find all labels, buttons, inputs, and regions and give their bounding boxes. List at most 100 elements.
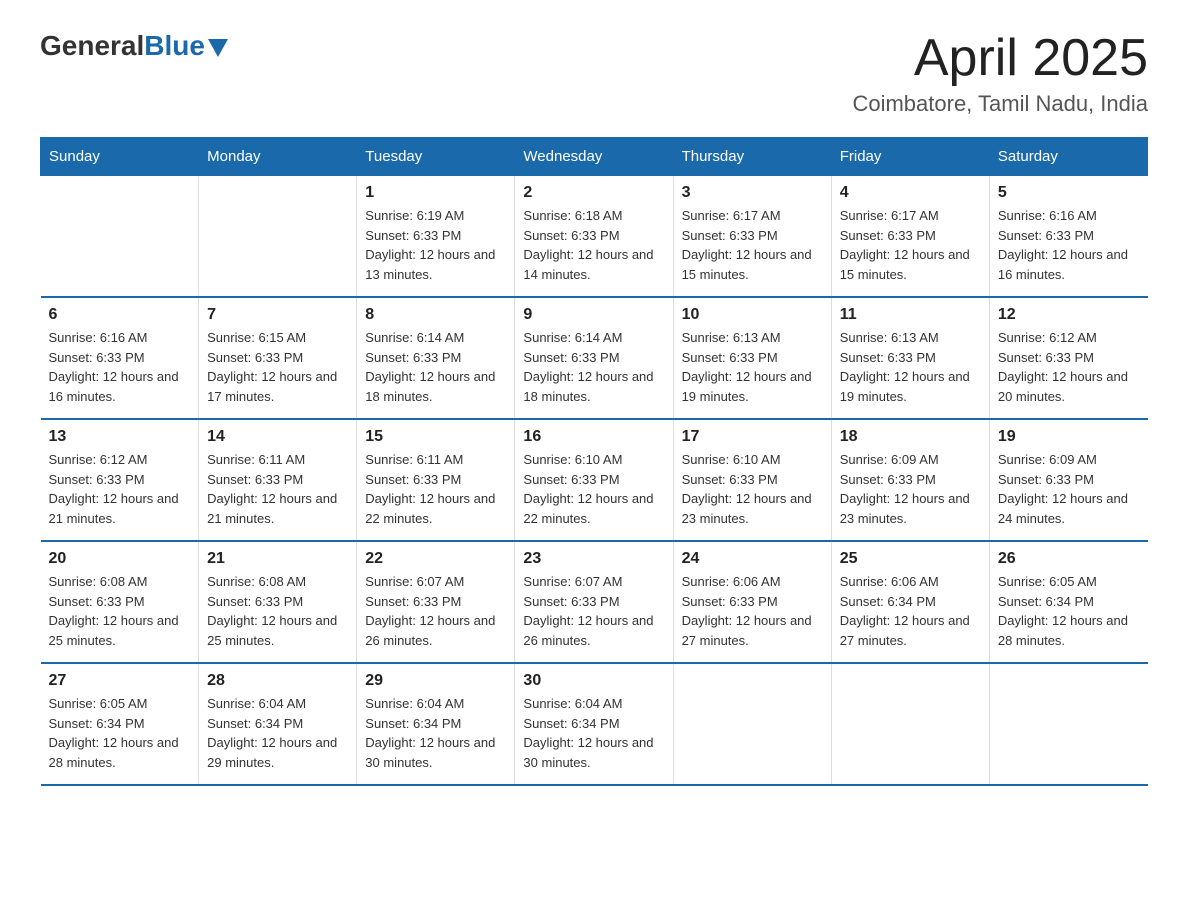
week-row-2: 6 Sunrise: 6:16 AMSunset: 6:33 PMDaylight… (41, 297, 1148, 419)
day-info: Sunrise: 6:14 AMSunset: 6:33 PMDaylight:… (523, 328, 664, 406)
day-info: Sunrise: 6:05 AMSunset: 6:34 PMDaylight:… (998, 572, 1140, 650)
day-number: 3 (682, 184, 823, 202)
calendar-cell: 26 Sunrise: 6:05 AMSunset: 6:34 PMDayligh… (989, 541, 1147, 663)
day-number: 29 (365, 672, 506, 690)
calendar-cell: 13 Sunrise: 6:12 AMSunset: 6:33 PMDayligh… (41, 419, 199, 541)
day-info: Sunrise: 6:13 AMSunset: 6:33 PMDaylight:… (682, 328, 823, 406)
weekday-header-row: Sunday Monday Tuesday Wednesday Thursday… (41, 138, 1148, 176)
logo: General Blue (40, 30, 228, 62)
day-number: 10 (682, 306, 823, 324)
day-number: 28 (207, 672, 348, 690)
header-wednesday: Wednesday (515, 138, 673, 176)
day-number: 23 (523, 550, 664, 568)
calendar-cell: 27 Sunrise: 6:05 AMSunset: 6:34 PMDayligh… (41, 663, 199, 785)
day-info: Sunrise: 6:10 AMSunset: 6:33 PMDaylight:… (523, 450, 664, 528)
header-monday: Monday (199, 138, 357, 176)
day-info: Sunrise: 6:19 AMSunset: 6:33 PMDaylight:… (365, 206, 506, 284)
day-info: Sunrise: 6:16 AMSunset: 6:33 PMDaylight:… (49, 328, 191, 406)
calendar-cell: 9Sunrise: 6:14 AMSunset: 6:33 PMDaylight… (515, 297, 673, 419)
day-number: 8 (365, 306, 506, 324)
location-subtitle: Coimbatore, Tamil Nadu, India (852, 91, 1148, 117)
day-info: Sunrise: 6:14 AMSunset: 6:33 PMDaylight:… (365, 328, 506, 406)
day-info: Sunrise: 6:15 AMSunset: 6:33 PMDaylight:… (207, 328, 348, 406)
day-info: Sunrise: 6:16 AMSunset: 6:33 PMDaylight:… (998, 206, 1140, 284)
day-number: 27 (49, 672, 191, 690)
calendar-header: Sunday Monday Tuesday Wednesday Thursday… (41, 138, 1148, 176)
calendar-cell: 11 Sunrise: 6:13 AMSunset: 6:33 PMDayligh… (831, 297, 989, 419)
logo-blue: Blue (144, 30, 205, 62)
day-info: Sunrise: 6:09 AMSunset: 6:33 PMDaylight:… (998, 450, 1140, 528)
day-info: Sunrise: 6:12 AMSunset: 6:33 PMDaylight:… (49, 450, 191, 528)
calendar-cell: 10 Sunrise: 6:13 AMSunset: 6:33 PMDayligh… (673, 297, 831, 419)
calendar-body: 1 Sunrise: 6:19 AMSunset: 6:33 PMDaylight… (41, 176, 1148, 786)
header-tuesday: Tuesday (357, 138, 515, 176)
calendar-table: Sunday Monday Tuesday Wednesday Thursday… (40, 137, 1148, 786)
calendar-cell (989, 663, 1147, 785)
day-info: Sunrise: 6:17 AMSunset: 6:33 PMDaylight:… (840, 206, 981, 284)
calendar-cell: 3 Sunrise: 6:17 AMSunset: 6:33 PMDaylight… (673, 176, 831, 298)
calendar-cell: 6 Sunrise: 6:16 AMSunset: 6:33 PMDaylight… (41, 297, 199, 419)
calendar-cell: 30 Sunrise: 6:04 AMSunset: 6:34 PMDayligh… (515, 663, 673, 785)
calendar-cell: 14Sunrise: 6:11 AMSunset: 6:33 PMDayligh… (199, 419, 357, 541)
header-thursday: Thursday (673, 138, 831, 176)
day-info: Sunrise: 6:10 AMSunset: 6:33 PMDaylight:… (682, 450, 823, 528)
calendar-cell: 2 Sunrise: 6:18 AMSunset: 6:33 PMDaylight… (515, 176, 673, 298)
day-number: 24 (682, 550, 823, 568)
day-number: 26 (998, 550, 1140, 568)
day-number: 30 (523, 672, 664, 690)
week-row-5: 27 Sunrise: 6:05 AMSunset: 6:34 PMDayligh… (41, 663, 1148, 785)
calendar-cell: 16Sunrise: 6:10 AMSunset: 6:33 PMDayligh… (515, 419, 673, 541)
calendar-cell (673, 663, 831, 785)
calendar-cell: 29 Sunrise: 6:04 AMSunset: 6:34 PMDayligh… (357, 663, 515, 785)
day-number: 11 (840, 306, 981, 324)
title-section: April 2025 Coimbatore, Tamil Nadu, India (852, 30, 1148, 117)
calendar-cell: 17Sunrise: 6:10 AMSunset: 6:33 PMDayligh… (673, 419, 831, 541)
day-info: Sunrise: 6:04 AMSunset: 6:34 PMDaylight:… (523, 694, 664, 772)
day-number: 18 (840, 428, 981, 446)
day-number: 4 (840, 184, 981, 202)
day-number: 19 (998, 428, 1140, 446)
calendar-cell: 28Sunrise: 6:04 AMSunset: 6:34 PMDayligh… (199, 663, 357, 785)
day-info: Sunrise: 6:04 AMSunset: 6:34 PMDaylight:… (365, 694, 506, 772)
day-info: Sunrise: 6:11 AMSunset: 6:33 PMDaylight:… (365, 450, 506, 528)
week-row-1: 1 Sunrise: 6:19 AMSunset: 6:33 PMDaylight… (41, 176, 1148, 298)
day-info: Sunrise: 6:06 AMSunset: 6:34 PMDaylight:… (840, 572, 981, 650)
calendar-cell: 22 Sunrise: 6:07 AMSunset: 6:33 PMDayligh… (357, 541, 515, 663)
day-info: Sunrise: 6:05 AMSunset: 6:34 PMDaylight:… (49, 694, 191, 772)
day-number: 1 (365, 184, 506, 202)
calendar-cell: 5 Sunrise: 6:16 AMSunset: 6:33 PMDaylight… (989, 176, 1147, 298)
day-number: 6 (49, 306, 191, 324)
day-number: 22 (365, 550, 506, 568)
day-info: Sunrise: 6:17 AMSunset: 6:33 PMDaylight:… (682, 206, 823, 284)
day-number: 5 (998, 184, 1140, 202)
calendar-cell (199, 176, 357, 298)
calendar-cell: 25 Sunrise: 6:06 AMSunset: 6:34 PMDayligh… (831, 541, 989, 663)
day-number: 15 (365, 428, 506, 446)
calendar-cell: 12Sunrise: 6:12 AMSunset: 6:33 PMDayligh… (989, 297, 1147, 419)
day-info: Sunrise: 6:07 AMSunset: 6:33 PMDaylight:… (523, 572, 664, 650)
calendar-cell: 23 Sunrise: 6:07 AMSunset: 6:33 PMDayligh… (515, 541, 673, 663)
day-info: Sunrise: 6:06 AMSunset: 6:33 PMDaylight:… (682, 572, 823, 650)
day-number: 25 (840, 550, 981, 568)
calendar-cell: 15 Sunrise: 6:11 AMSunset: 6:33 PMDayligh… (357, 419, 515, 541)
week-row-3: 13 Sunrise: 6:12 AMSunset: 6:33 PMDayligh… (41, 419, 1148, 541)
calendar-cell (41, 176, 199, 298)
day-info: Sunrise: 6:12 AMSunset: 6:33 PMDaylight:… (998, 328, 1140, 406)
calendar-cell: 8 Sunrise: 6:14 AMSunset: 6:33 PMDaylight… (357, 297, 515, 419)
header-sunday: Sunday (41, 138, 199, 176)
day-number: 14 (207, 428, 348, 446)
day-number: 2 (523, 184, 664, 202)
calendar-cell: 20Sunrise: 6:08 AMSunset: 6:33 PMDayligh… (41, 541, 199, 663)
calendar-cell: 19 Sunrise: 6:09 AMSunset: 6:33 PMDayligh… (989, 419, 1147, 541)
day-info: Sunrise: 6:13 AMSunset: 6:33 PMDaylight:… (840, 328, 981, 406)
day-number: 20 (49, 550, 191, 568)
day-info: Sunrise: 6:07 AMSunset: 6:33 PMDaylight:… (365, 572, 506, 650)
calendar-cell: 21Sunrise: 6:08 AMSunset: 6:33 PMDayligh… (199, 541, 357, 663)
logo-blue-part: Blue (144, 30, 228, 62)
header-saturday: Saturday (989, 138, 1147, 176)
week-row-4: 20Sunrise: 6:08 AMSunset: 6:33 PMDayligh… (41, 541, 1148, 663)
day-number: 13 (49, 428, 191, 446)
day-number: 7 (207, 306, 348, 324)
logo-general: General (40, 30, 144, 62)
day-info: Sunrise: 6:18 AMSunset: 6:33 PMDaylight:… (523, 206, 664, 284)
